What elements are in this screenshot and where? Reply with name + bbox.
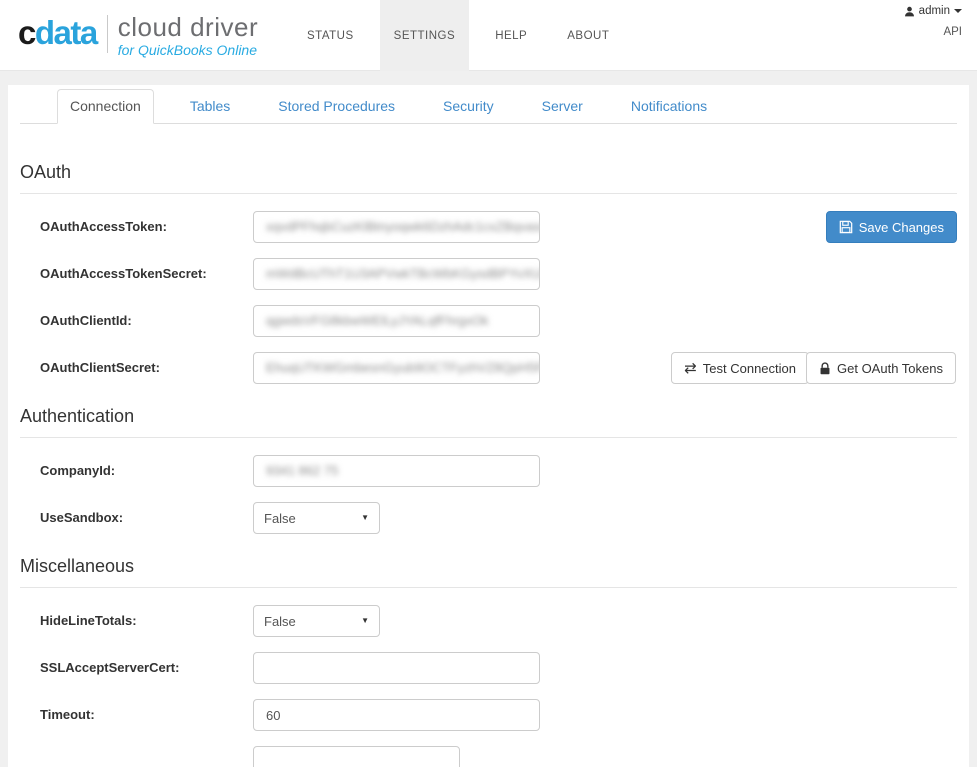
field-row-oauthclientsecret: OAuthClientSecret: EhuqUTKWGmbesnGyub9OC…: [20, 352, 957, 384]
field-label: Timeout:: [40, 707, 95, 722]
field-label: SSLAcceptServerCert:: [40, 660, 180, 675]
person-icon: [904, 6, 914, 16]
api-link[interactable]: API: [904, 26, 962, 38]
username: admin: [918, 5, 950, 17]
tab-stored-procedures[interactable]: Stored Procedures: [266, 90, 407, 123]
tab-server[interactable]: Server: [530, 90, 595, 123]
section-title-miscellaneous: Miscellaneous: [20, 556, 957, 588]
tab-security[interactable]: Security: [431, 90, 506, 123]
field-row-oauthaccesstoken: OAuthAccessToken: xqvdPFhqbCuzKlBtnyoqwk…: [20, 211, 957, 243]
hidelinetotals-select[interactable]: False ▼: [253, 605, 380, 637]
field-label: OAuthClientSecret:: [40, 360, 160, 375]
brand-logo: cdata cloud driver for QuickBooks Online: [18, 13, 258, 59]
field-row-partial: [20, 746, 957, 767]
user-menu[interactable]: admin: [904, 5, 962, 17]
product-subtitle: for QuickBooks Online: [117, 42, 258, 58]
partial-input[interactable]: [253, 746, 460, 767]
field-label: CompanyId:: [40, 463, 116, 478]
timeout-input[interactable]: [253, 699, 540, 731]
section-title-authentication: Authentication: [20, 406, 957, 438]
logo-divider: [106, 15, 108, 53]
app-header: cdata cloud driver for QuickBooks Online…: [0, 0, 977, 71]
field-label: OAuthClientId:: [40, 313, 132, 328]
logo-part-c: c: [18, 14, 36, 51]
tab-notifications[interactable]: Notifications: [619, 90, 719, 123]
product-name: cloud driver: [117, 12, 259, 42]
sslacceptservercert-input[interactable]: [253, 652, 540, 684]
save-changes-button[interactable]: Save Changes: [825, 211, 957, 243]
exchange-arrows-icon: ⇄: [684, 359, 697, 377]
oauthclientsecret-input[interactable]: EhuqUTKWGmbesnGyub9OCTFyzhVZ8QpH5Fbd8U: [253, 352, 540, 384]
oauthclientid-input[interactable]: qgwdsVFG8kbwWElLyJYALqfFhrgxOk: [253, 305, 540, 337]
select-arrow-icon: ▼: [361, 513, 369, 522]
settings-tabs: Connection Tables Stored Procedures Secu…: [20, 89, 957, 124]
main-nav: STATUS SETTINGS HELP ABOUT: [287, 0, 629, 71]
field-row-oauthclientid: OAuthClientId: qgwdsVFG8kbwWElLyJYALqfFh…: [20, 305, 957, 337]
field-row-hidelinetotals: HideLineTotals: False ▼: [20, 605, 957, 637]
nav-help[interactable]: HELP: [481, 0, 541, 71]
field-label: OAuthAccessToken:: [40, 219, 167, 234]
field-row-companyid: CompanyId: 9341 862 75: [20, 455, 957, 487]
oauthaccesstokensecret-input[interactable]: mWdBcUThT1U3APVwkTBcWbKGysdBPYvXULwUHcm: [253, 258, 540, 290]
select-arrow-icon: ▼: [361, 616, 369, 625]
usesandbox-select[interactable]: False ▼: [253, 502, 380, 534]
field-label: UseSandbox:: [40, 510, 124, 525]
companyid-input[interactable]: 9341 862 75: [253, 455, 540, 487]
field-row-sslacceptservercert: SSLAcceptServerCert:: [20, 652, 957, 684]
content-panel: Connection Tables Stored Procedures Secu…: [8, 85, 969, 767]
nav-status[interactable]: STATUS: [293, 0, 368, 71]
user-area: admin API: [904, 5, 962, 38]
field-row-oauthaccesstokensecret: OAuthAccessTokenSecret: mWdBcUThT1U3APVw…: [20, 258, 957, 290]
logo-part-data: data: [34, 14, 98, 51]
caret-down-icon: [954, 9, 962, 13]
lock-icon: [820, 361, 830, 374]
nav-settings[interactable]: SETTINGS: [379, 0, 470, 71]
field-row-timeout: Timeout:: [20, 699, 957, 731]
oauthaccesstoken-input[interactable]: xqvdPFhqbCuzKlBtnyoqwk6DzhAdc1cxZBqvasdy: [253, 211, 540, 243]
get-oauth-tokens-button[interactable]: Get OAuth Tokens: [806, 352, 956, 384]
section-title-oauth: OAuth: [20, 162, 957, 194]
tab-connection[interactable]: Connection: [57, 89, 154, 124]
save-icon: [839, 220, 853, 234]
field-label: OAuthAccessTokenSecret:: [40, 266, 207, 281]
field-row-usesandbox: UseSandbox: False ▼: [20, 502, 957, 534]
nav-about[interactable]: ABOUT: [553, 0, 623, 71]
cdata-logo: cdata: [18, 13, 98, 53]
field-label: HideLineTotals:: [40, 613, 137, 628]
tab-tables[interactable]: Tables: [178, 90, 242, 123]
test-connection-button[interactable]: ⇄ Test Connection: [671, 352, 809, 384]
